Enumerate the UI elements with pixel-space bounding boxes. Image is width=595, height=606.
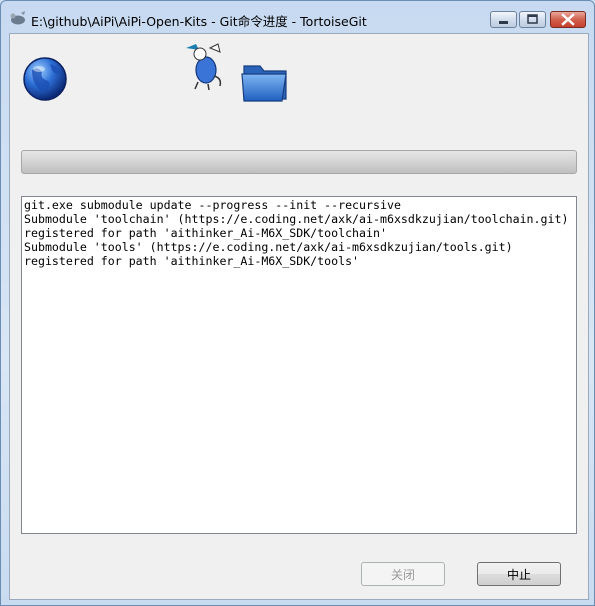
progress-bar	[21, 150, 577, 174]
title-bar[interactable]: E:\github\AiPi\AiPi-Open-Kits - Git命令进度 …	[1, 1, 594, 35]
tortoise-icon	[186, 43, 222, 90]
log-line: Submodule 'tools' (https://e.coding.net/…	[24, 240, 513, 254]
close-window-button[interactable]	[550, 11, 586, 28]
close-icon	[561, 13, 575, 26]
close-button[interactable]: 关闭	[361, 562, 445, 586]
log-line: registered for path 'aithinker_Ai-M6X_SD…	[24, 254, 360, 268]
minimize-button[interactable]	[490, 11, 517, 28]
minimize-icon	[499, 21, 508, 24]
window-title: E:\github\AiPi\AiPi-Open-Kits - Git命令进度 …	[31, 14, 367, 29]
dialog-body: git.exe submodule update --progress --in…	[9, 33, 589, 600]
app-icon	[10, 11, 25, 25]
maximize-button[interactable]	[519, 11, 546, 28]
log-line: git.exe submodule update --progress --in…	[24, 198, 401, 212]
log-line: Submodule 'toolchain' (https://e.coding.…	[24, 212, 569, 226]
globe-icon	[23, 57, 67, 101]
maximize-icon	[527, 14, 538, 24]
abort-button[interactable]: 中止	[477, 562, 561, 586]
folder-icon	[241, 65, 287, 102]
progress-dialog: E:\github\AiPi\AiPi-Open-Kits - Git命令进度 …	[0, 0, 595, 606]
log-line: registered for path 'aithinker_Ai-M6X_SD…	[24, 226, 387, 240]
output-log[interactable]: git.exe submodule update --progress --in…	[21, 196, 577, 534]
